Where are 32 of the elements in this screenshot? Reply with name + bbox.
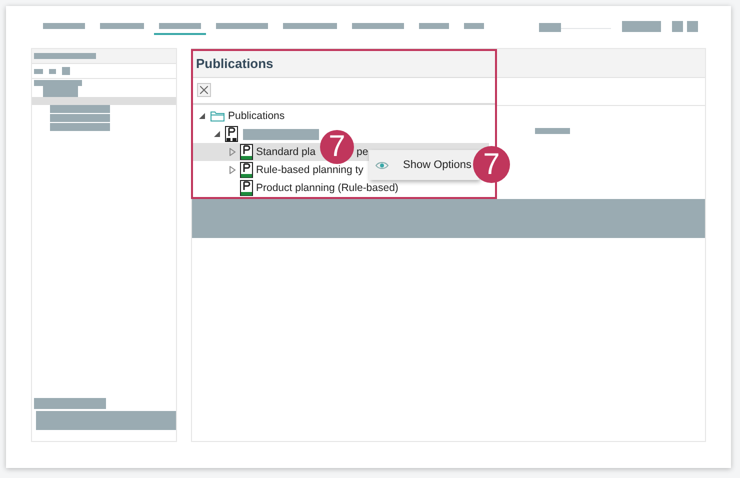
redaction-bar <box>535 128 570 134</box>
eye-icon <box>375 160 389 170</box>
redaction-bar <box>62 67 70 75</box>
redaction-bar <box>34 398 106 409</box>
redaction-bar <box>49 68 56 74</box>
tree-item-label: Rule-based planning ty <box>256 164 364 176</box>
p-document-icon <box>240 162 253 178</box>
close-icon <box>200 86 208 94</box>
tree-item-label: Standard pla <box>256 146 316 158</box>
collapsed-arrow-icon[interactable] <box>228 148 236 156</box>
redaction-bar <box>34 68 43 74</box>
menu-item[interactable]: Show Options <box>403 159 472 171</box>
redaction-bar <box>622 21 661 32</box>
expanded-arrow-icon[interactable] <box>214 130 220 138</box>
nav-tab[interactable] <box>154 23 206 35</box>
tree-item[interactable]: Publications <box>193 107 489 125</box>
tree-item-label: Product planning (Rule-based) <box>256 182 398 194</box>
callout-badge: 7 <box>473 146 510 183</box>
p-document-icon <box>225 126 238 142</box>
tree-item-label: Publications <box>228 110 285 122</box>
redaction-bar <box>34 53 96 59</box>
panel-title: Publications <box>193 51 495 78</box>
p-document-icon <box>240 144 253 160</box>
tree-item-label: pe <box>356 146 368 158</box>
close-button[interactable] <box>197 83 211 98</box>
redaction-bar <box>687 21 698 32</box>
p-document-icon <box>240 180 253 196</box>
folder-icon <box>210 110 225 122</box>
collapsed-arrow-icon[interactable] <box>228 166 236 174</box>
redaction-bar <box>539 23 561 32</box>
expanded-arrow-icon[interactable] <box>198 112 206 120</box>
redaction-bar <box>672 21 683 32</box>
